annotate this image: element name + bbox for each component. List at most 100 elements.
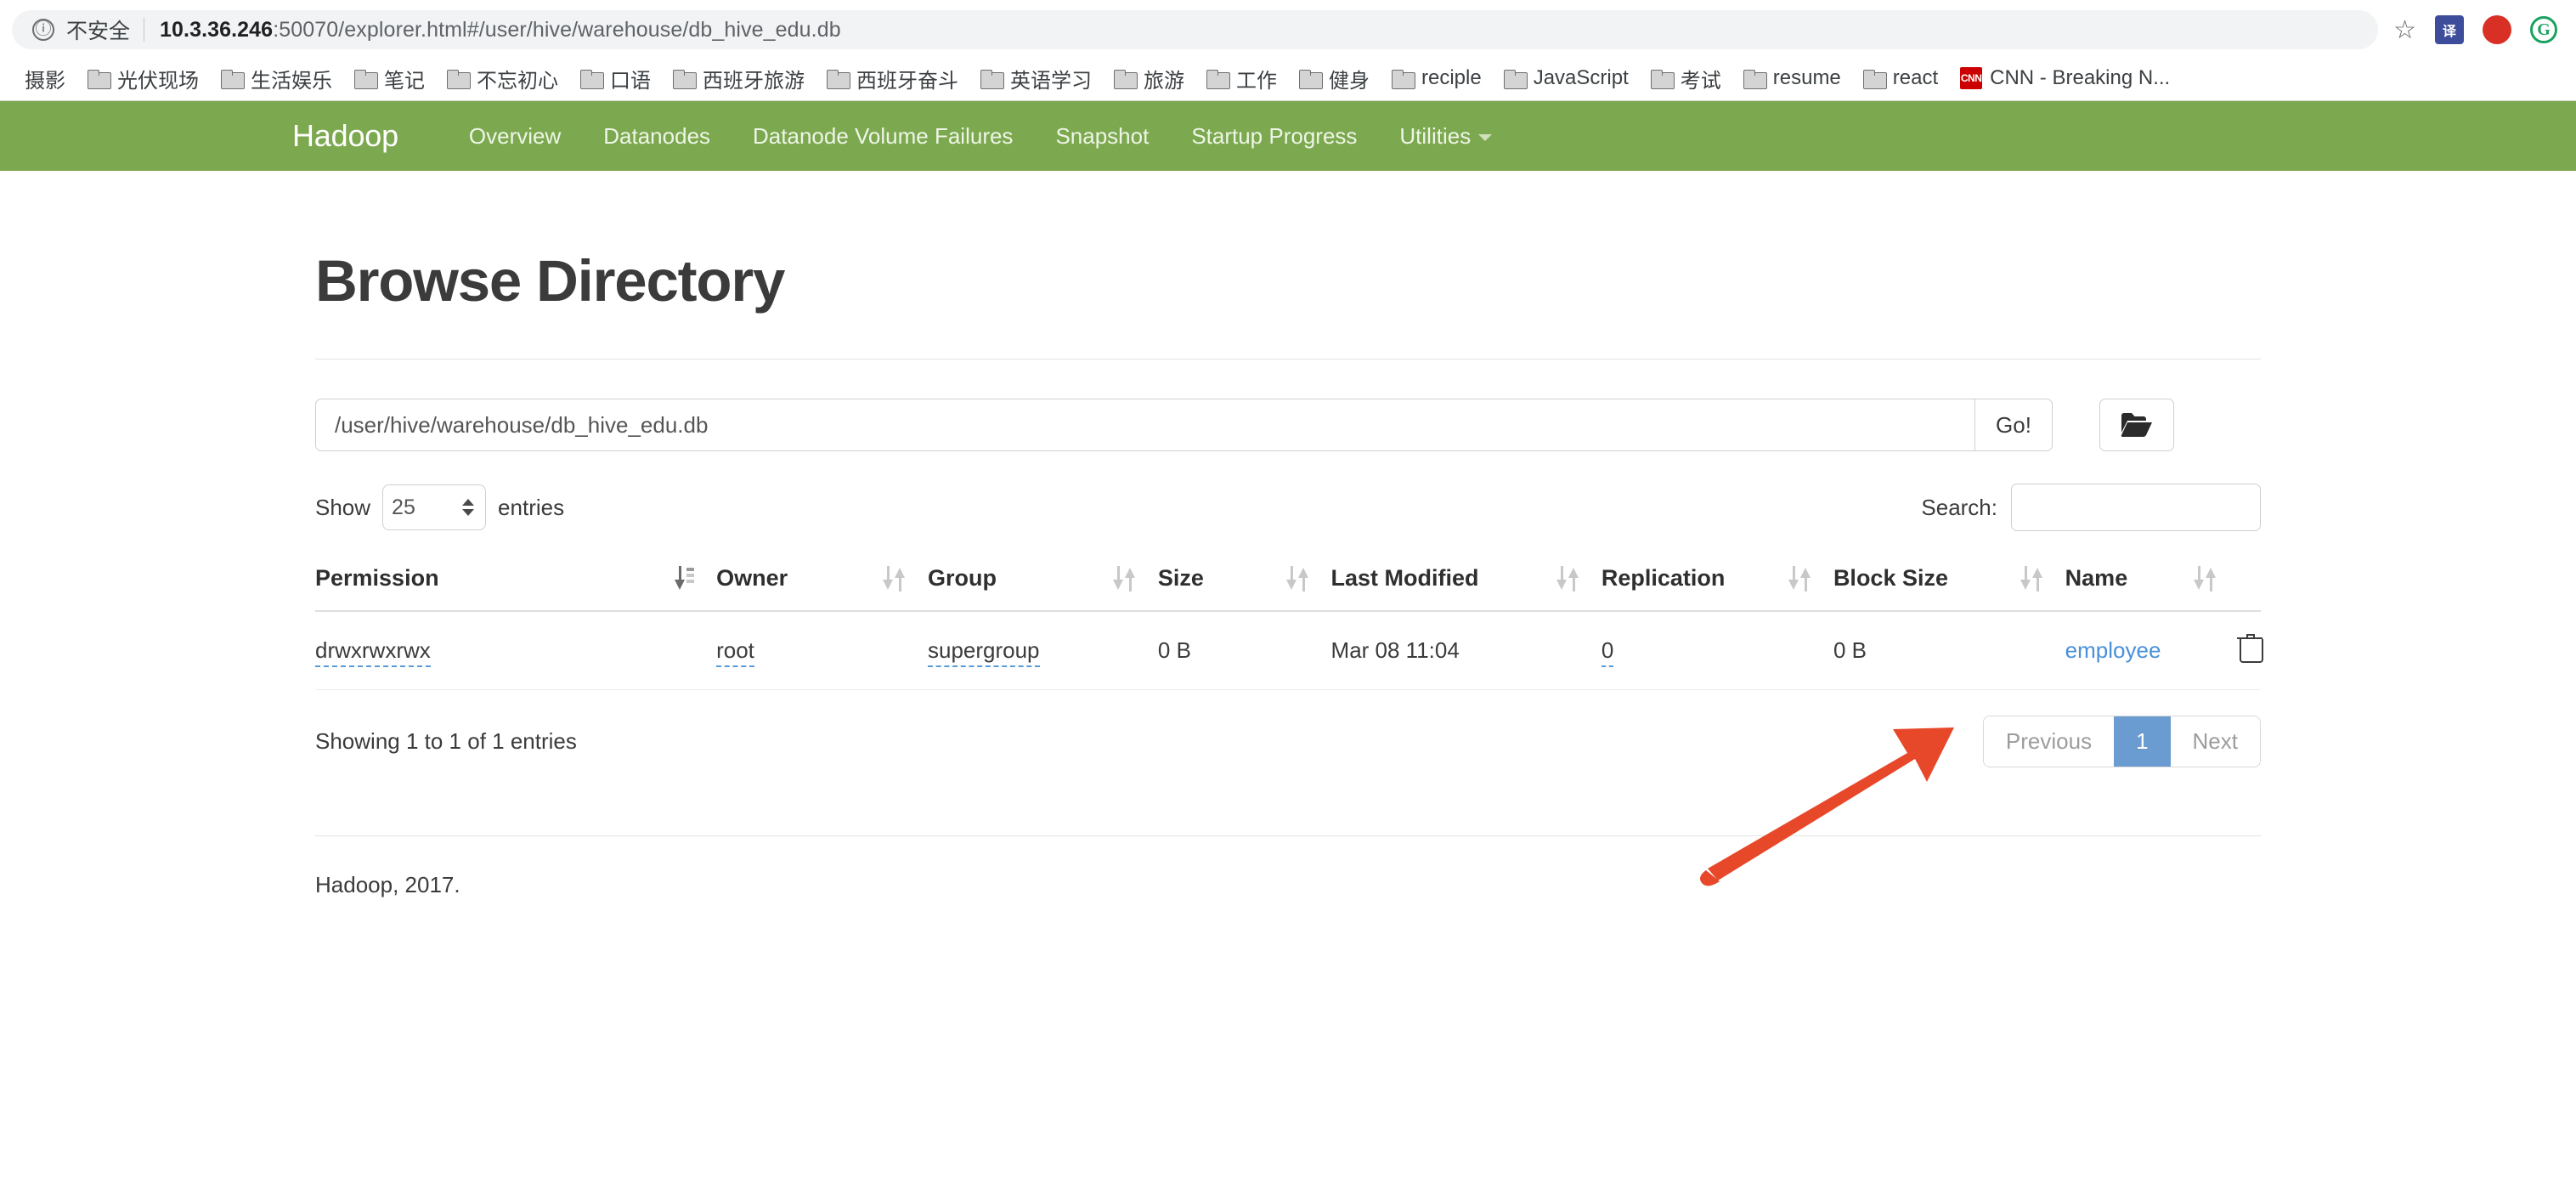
bookmark-item[interactable]: CNN CNN - Breaking N...	[1951, 62, 2179, 94]
folder-icon	[1206, 69, 1230, 89]
bookmark-item[interactable]: 旅游	[1104, 59, 1194, 98]
table-row[interactable]: drwxrwxrwx root supergroup 0 B Mar 08 11…	[315, 611, 2263, 690]
chrome-toolbar-icons: ☆ 译 G	[2393, 15, 2557, 45]
cell-replication[interactable]: 0	[1601, 611, 1833, 690]
table-header-row: Permission Owner Group Size Last Modifie…	[315, 553, 2261, 612]
sort-icon	[1112, 565, 1136, 592]
column-header-owner[interactable]: Owner	[716, 553, 928, 612]
nav-link-utilities-label: Utilities	[1399, 122, 1472, 149]
hadoop-brand[interactable]: Hadoop	[292, 118, 398, 154]
bookmark-star-icon[interactable]: ☆	[2393, 15, 2416, 45]
footer-text: Hadoop, 2017.	[315, 872, 460, 897]
nav-links: Overview Datanodes Datanode Volume Failu…	[448, 123, 1513, 150]
column-header-replication[interactable]: Replication	[1601, 553, 1833, 612]
entries-select-wrap: 25 50 100	[382, 484, 487, 530]
replication-value[interactable]: 0	[1601, 637, 1614, 667]
nav-link-utilities[interactable]: Utilities	[1378, 123, 1513, 150]
table-controls-row: Show 25 50 100 entries Search:	[315, 484, 2261, 531]
cell-delete[interactable]	[2236, 611, 2263, 690]
trash-icon[interactable]	[2236, 634, 2263, 663]
bookmark-item[interactable]: react	[1854, 62, 1947, 94]
bookmark-item[interactable]: 健身	[1290, 59, 1379, 98]
url-text: 10.3.36.246:50070/explorer.html#/user/hi…	[160, 18, 841, 42]
cell-permission[interactable]: drwxrwxrwx	[315, 611, 717, 690]
search-label: Search:	[1921, 494, 1997, 520]
column-header-permission[interactable]: Permission	[315, 553, 717, 612]
bookmark-label: 西班牙奋斗	[856, 69, 958, 93]
folder-icon	[580, 69, 604, 89]
nav-link-datanodes[interactable]: Datanodes	[582, 123, 732, 150]
last-modified-value: Mar 08 11:04	[1330, 637, 1460, 663]
column-label: Replication	[1601, 565, 1726, 591]
bookmark-item[interactable]: reciple	[1382, 62, 1491, 94]
footer-divider	[315, 835, 2261, 836]
bookmark-item[interactable]: 考试	[1641, 59, 1731, 98]
search-input[interactable]	[2011, 484, 2261, 531]
bookmark-label: 笔记	[384, 69, 425, 93]
directory-table: Permission Owner Group Size Last Modifie…	[315, 553, 2263, 690]
owner-value[interactable]: root	[716, 637, 754, 667]
go-button[interactable]: Go!	[1974, 399, 2053, 451]
nav-link-datanode-volume-failures[interactable]: Datanode Volume Failures	[732, 123, 1034, 150]
bookmark-item[interactable]: 西班牙旅游	[664, 59, 814, 98]
folder-icon	[1392, 69, 1415, 89]
column-header-actions	[2238, 553, 2261, 612]
bookmark-item[interactable]: 生活娱乐	[212, 59, 342, 98]
bookmark-item[interactable]: resume	[1734, 62, 1850, 94]
bookmark-label: 生活娱乐	[251, 69, 332, 93]
entries-select[interactable]: 25 50 100	[382, 484, 487, 530]
bookmark-label: react	[1892, 66, 1939, 89]
file-name-link[interactable]: employee	[2065, 637, 2161, 663]
sort-icon	[1285, 565, 1309, 592]
open-folder-button[interactable]	[2099, 399, 2174, 451]
column-header-name[interactable]: Name	[2065, 553, 2239, 612]
cell-name[interactable]: employee	[2065, 611, 2239, 690]
nav-link-overview[interactable]: Overview	[448, 123, 582, 150]
bookmark-item[interactable]: 光伏现场	[78, 59, 208, 98]
adblock-extension-icon[interactable]	[2483, 15, 2511, 44]
sort-asc-icon	[675, 565, 695, 592]
cell-owner[interactable]: root	[716, 611, 928, 690]
cell-block-size: 0 B	[1833, 611, 2065, 690]
bookmark-item[interactable]: 笔记	[345, 59, 434, 98]
site-info-icon[interactable]: ⓘ	[32, 19, 54, 41]
bookmark-item[interactable]: 不忘初心	[438, 59, 568, 98]
bookmark-item[interactable]: 英语学习	[971, 59, 1101, 98]
bookmark-label: resume	[1772, 66, 1841, 89]
pagination-page-1[interactable]: 1	[2114, 716, 2171, 767]
hadoop-navbar: Hadoop Overview Datanodes Datanode Volum…	[0, 101, 2576, 171]
column-header-block-size[interactable]: Block Size	[1833, 553, 2065, 612]
translate-extension-icon[interactable]: 译	[2435, 15, 2464, 44]
bookmark-label: 不忘初心	[477, 69, 558, 93]
bookmark-item[interactable]: 口语	[571, 59, 660, 98]
column-header-last-modified[interactable]: Last Modified	[1330, 553, 1602, 612]
column-label: Name	[2065, 565, 2128, 591]
address-bar[interactable]: ⓘ 不安全 10.3.36.246:50070/explorer.html#/u…	[12, 10, 2379, 49]
bookmark-item[interactable]: JavaScript	[1494, 62, 1638, 94]
bookmark-label: 健身	[1329, 69, 1370, 93]
folder-icon	[1503, 69, 1528, 89]
open-folder-icon	[2121, 413, 2152, 437]
folder-icon	[88, 69, 111, 89]
bookmark-label: 考试	[1680, 69, 1721, 93]
column-header-group[interactable]: Group	[927, 553, 1158, 612]
sort-icon	[882, 565, 906, 592]
bookmark-item[interactable]: 西班牙奋斗	[817, 59, 968, 98]
cell-group[interactable]: supergroup	[927, 611, 1158, 690]
cell-size: 0 B	[1157, 611, 1331, 690]
sort-icon	[2193, 565, 2217, 592]
chevron-down-icon	[1478, 133, 1493, 141]
group-value[interactable]: supergroup	[927, 637, 1040, 667]
pagination-previous[interactable]: Previous	[1983, 716, 2115, 767]
path-input[interactable]	[315, 399, 1974, 451]
bookmark-item[interactable]: 摄影	[15, 59, 75, 98]
column-header-size[interactable]: Size	[1157, 553, 1331, 612]
permission-value[interactable]: drwxrwxrwx	[315, 637, 431, 667]
nav-link-startup-progress[interactable]: Startup Progress	[1170, 123, 1378, 150]
pagination-next[interactable]: Next	[2170, 716, 2260, 767]
bookmark-item[interactable]: 工作	[1197, 59, 1286, 98]
grammarly-extension-icon[interactable]: G	[2530, 16, 2557, 43]
cnn-icon: CNN	[1960, 67, 1983, 89]
bookmark-label: 光伏现场	[117, 69, 199, 93]
nav-link-snapshot[interactable]: Snapshot	[1034, 123, 1170, 150]
